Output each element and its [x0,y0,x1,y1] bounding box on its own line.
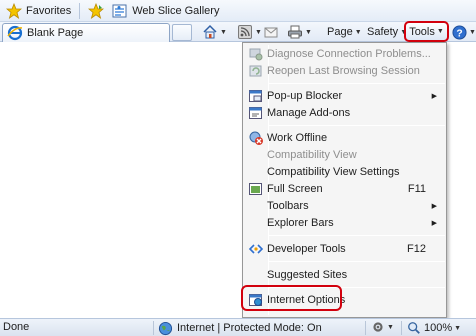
shortcut-text: F11 [407,182,426,195]
menu-item-label: Full Screen [267,182,323,195]
home-icon [203,24,217,39]
protected-mode-button[interactable]: ▼ [371,318,394,336]
menu-item-toolbars[interactable]: Toolbars ▶ [245,197,444,214]
full-screen-icon [248,181,264,197]
zoom-dropdown-icon: ▼ [454,324,462,332]
menu-item-compatibility-view[interactable]: Compatibility View [245,146,444,163]
menu-item-label: Explorer Bars [267,216,334,229]
menu-item-label: Work Offline [267,131,328,144]
security-zone[interactable]: Internet | Protected Mode: On [158,320,322,336]
menu-item-manage-addons[interactable]: Manage Add-ons [245,104,444,121]
favorites-label: Favorites [26,4,72,17]
menu-item-full-screen[interactable]: Full Screen F11 [245,180,444,197]
status-bar: Done Internet | Protected Mode: On ▼ 100… [0,318,476,336]
addons-icon [248,105,264,121]
read-mail-button[interactable] [263,22,279,42]
menu-item-label: Compatibility View [267,148,357,161]
menu-item-label: Compatibility View Settings [267,165,400,178]
diagnose-icon [248,46,264,62]
add-favorite-icon [88,2,105,19]
help-dropdown-icon: ▼ [469,28,476,36]
menu-separator [269,125,445,126]
menu-item-work-offline[interactable]: Work Offline [245,129,444,146]
menu-separator [269,83,445,84]
mail-icon [264,27,278,38]
menu-item-label: Developer Tools [267,242,346,255]
menu-item-label: Suggested Sites [267,268,348,281]
web-slice-icon [112,4,127,17]
menu-item-label: Toolbars [267,199,309,212]
submenu-arrow-icon: ▶ [431,202,437,210]
add-to-favorites-bar-button[interactable] [84,2,108,20]
web-slice-gallery-link[interactable]: Web Slice Gallery [108,2,223,20]
help-button[interactable]: ? ▼ [452,22,476,42]
print-dropdown-icon[interactable]: ▼ [305,29,312,36]
favorites-star-icon [6,2,22,19]
menu-item-suggested-sites[interactable]: Suggested Sites [245,266,444,283]
settings-icon [373,322,383,332]
menu-separator [269,235,445,236]
submenu-arrow-icon: ▶ [431,219,437,227]
developer-tools-icon [248,241,264,257]
feeds-icon [238,25,252,39]
tools-menu-button[interactable]: Tools ▼ [404,21,449,42]
menu-item-label: Diagnose Connection Problems... [267,47,431,60]
zoom-text: 100% [424,322,453,334]
zone-text: Internet | Protected Mode: On [177,322,322,334]
zoom-icon [408,322,420,334]
print-icon [288,25,302,39]
page-menu-button[interactable]: Page ▼ [327,22,362,42]
feeds-button[interactable]: ▼ [237,22,262,42]
status-separator [401,321,402,335]
help-icon: ? [452,24,467,40]
tools-dropdown-icon: ▼ [436,28,444,35]
menu-item-explorer-bars[interactable]: Explorer Bars ▶ [245,214,444,231]
tools-menu: Diagnose Connection Problems... Reopen L… [242,42,447,318]
home-dropdown-icon[interactable]: ▼ [220,29,227,36]
menu-item-label: Pop-up Blocker [267,89,343,102]
popup-blocker-icon [248,88,264,104]
tab-blank-page[interactable]: Blank Page [2,23,170,42]
work-offline-icon [248,130,264,146]
web-slice-label: Web Slice Gallery [132,4,220,17]
tools-menu-label: Tools [409,25,435,38]
page-menu-label: Page [327,26,353,38]
safety-menu-label: Safety [367,26,399,38]
favorites-bar: Favorites Web Slice Gallery [0,0,476,22]
internet-options-highlight [241,285,342,311]
status-text: Done [3,321,30,333]
globe-icon [158,321,173,335]
protected-mode-dropdown-icon: ▼ [387,323,394,331]
new-tab-button[interactable] [172,24,192,41]
page-dropdown-icon: ▼ [354,28,362,36]
menu-item-popup-blocker[interactable]: Pop-up Blocker ▶ [245,87,444,104]
menu-item-developer-tools[interactable]: Developer Tools F12 [245,240,444,257]
menu-item-compatibility-view-settings[interactable]: Compatibility View Settings [245,163,444,180]
print-button[interactable]: ▼ [287,22,312,42]
menu-item-diagnose-connection[interactable]: Diagnose Connection Problems... [245,45,444,62]
shortcut-text: F12 [407,242,426,255]
svg-text:?: ? [456,28,462,39]
menu-item-reopen-session[interactable]: Reopen Last Browsing Session [245,62,444,79]
status-separator [153,321,154,335]
tab-title: Blank Page [27,27,84,39]
menu-separator [269,261,445,262]
favorites-button[interactable]: Favorites [2,2,75,20]
home-button[interactable]: ▼ [202,22,227,42]
menu-item-label: Manage Add-ons [267,106,351,119]
favorites-separator [79,2,81,19]
reopen-session-icon [248,63,264,79]
submenu-arrow-icon: ▶ [431,92,437,100]
ie-page-icon [7,25,23,41]
safety-menu-button[interactable]: Safety ▼ [367,22,407,42]
status-separator [365,321,366,335]
zoom-control[interactable]: 100% ▼ [407,320,461,336]
feeds-dropdown-icon[interactable]: ▼ [255,29,262,36]
menu-item-label: Reopen Last Browsing Session [267,64,420,77]
